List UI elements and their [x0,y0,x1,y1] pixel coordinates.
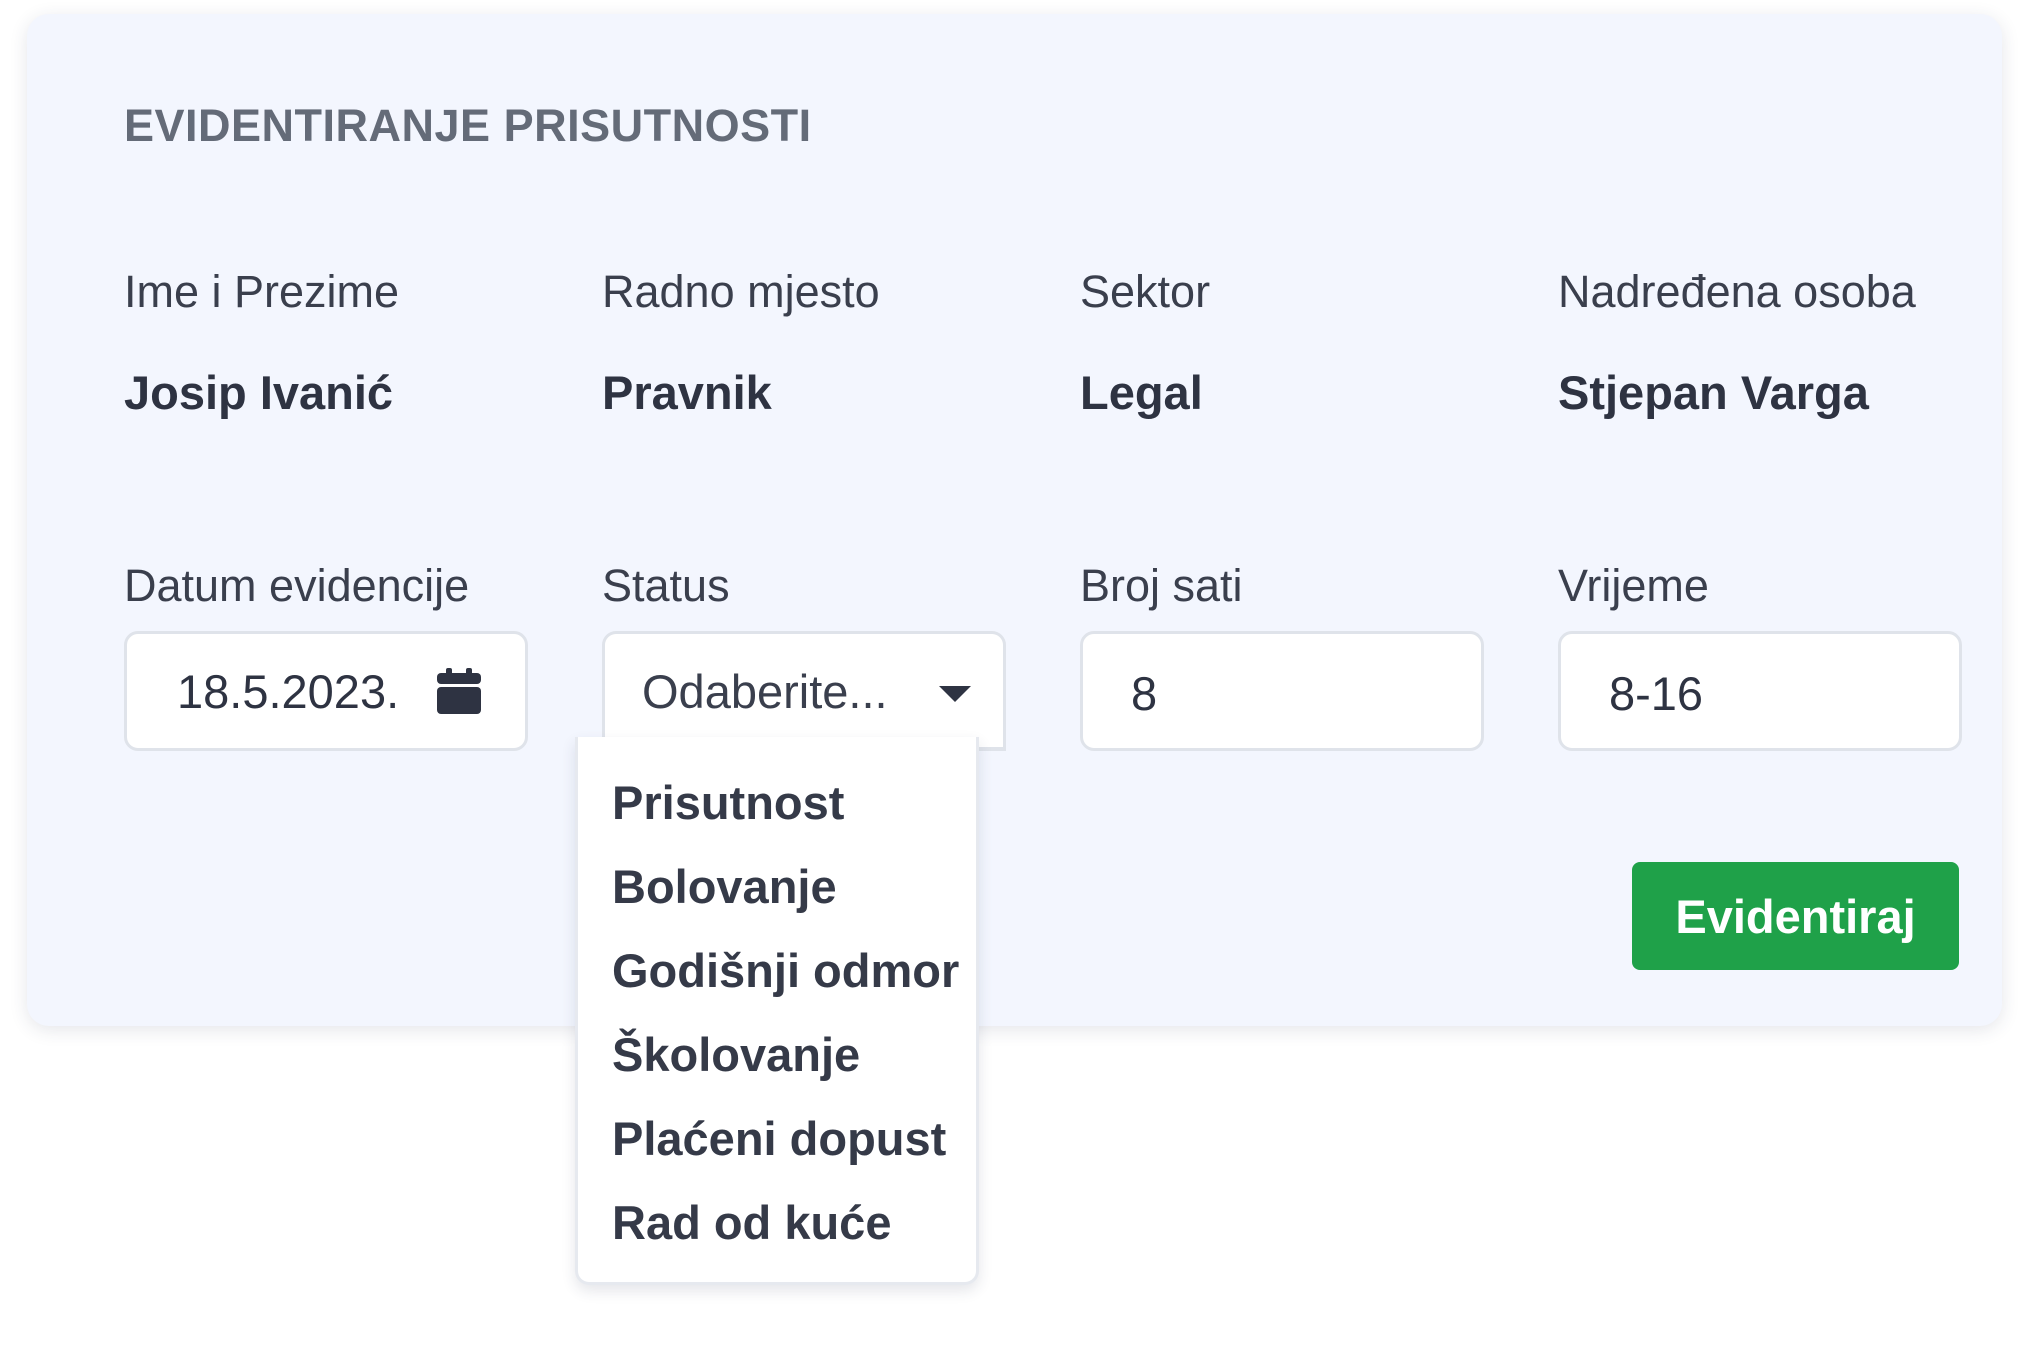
status-option[interactable]: Plaćeni dopust [612,1111,959,1195]
attendance-card: EVIDENTIRANJE PRISUTNOSTI Ime i Prezime … [27,14,2002,1026]
card-title: EVIDENTIRANJE PRISUTNOSTI [124,100,812,151]
date-value: 18.5.2023. [177,665,400,718]
submit-button[interactable]: Evidentiraj [1632,862,1959,970]
date-label: Datum evidencije [124,560,470,611]
time-value: 8-16 [1609,667,1704,720]
status-select[interactable]: Odaberite... [602,631,1006,751]
hours-label: Broj sati [1080,560,1243,611]
status-option[interactable]: Godišnji odmor [612,943,959,1027]
status-placeholder: Odaberite... [642,665,888,718]
status-option[interactable]: Bolovanje [612,859,959,943]
supervisor-label: Nadređena osoba [1558,266,1916,317]
status-label: Status [602,560,730,611]
sector-label: Sektor [1080,266,1211,317]
status-option[interactable]: Školovanje [612,1027,959,1111]
status-dropdown: Prisutnost Bolovanje Godišnji odmor Škol… [575,737,979,1285]
hours-value: 8 [1131,667,1158,720]
status-option[interactable]: Rad od kuće [612,1195,959,1279]
page: EVIDENTIRANJE PRISUTNOSTI Ime i Prezime … [0,0,2028,1368]
date-field[interactable]: 18.5.2023. [124,631,528,751]
name-label: Ime i Prezime [124,266,400,317]
status-options: Prisutnost Bolovanje Godišnji odmor Škol… [612,775,959,1279]
sector-value: Legal [1080,366,1203,419]
name-value: Josip Ivanić [124,366,394,419]
hours-input[interactable]: 8 [1080,631,1484,751]
supervisor-value: Stjepan Varga [1558,366,1869,419]
time-label: Vrijeme [1558,560,1709,611]
calendar-icon[interactable] [437,668,481,714]
chevron-down-icon[interactable] [939,686,971,702]
time-input[interactable]: 8-16 [1558,631,1962,751]
position-label: Radno mjesto [602,266,880,317]
status-option[interactable]: Prisutnost [612,775,959,859]
position-value: Pravnik [602,366,772,419]
